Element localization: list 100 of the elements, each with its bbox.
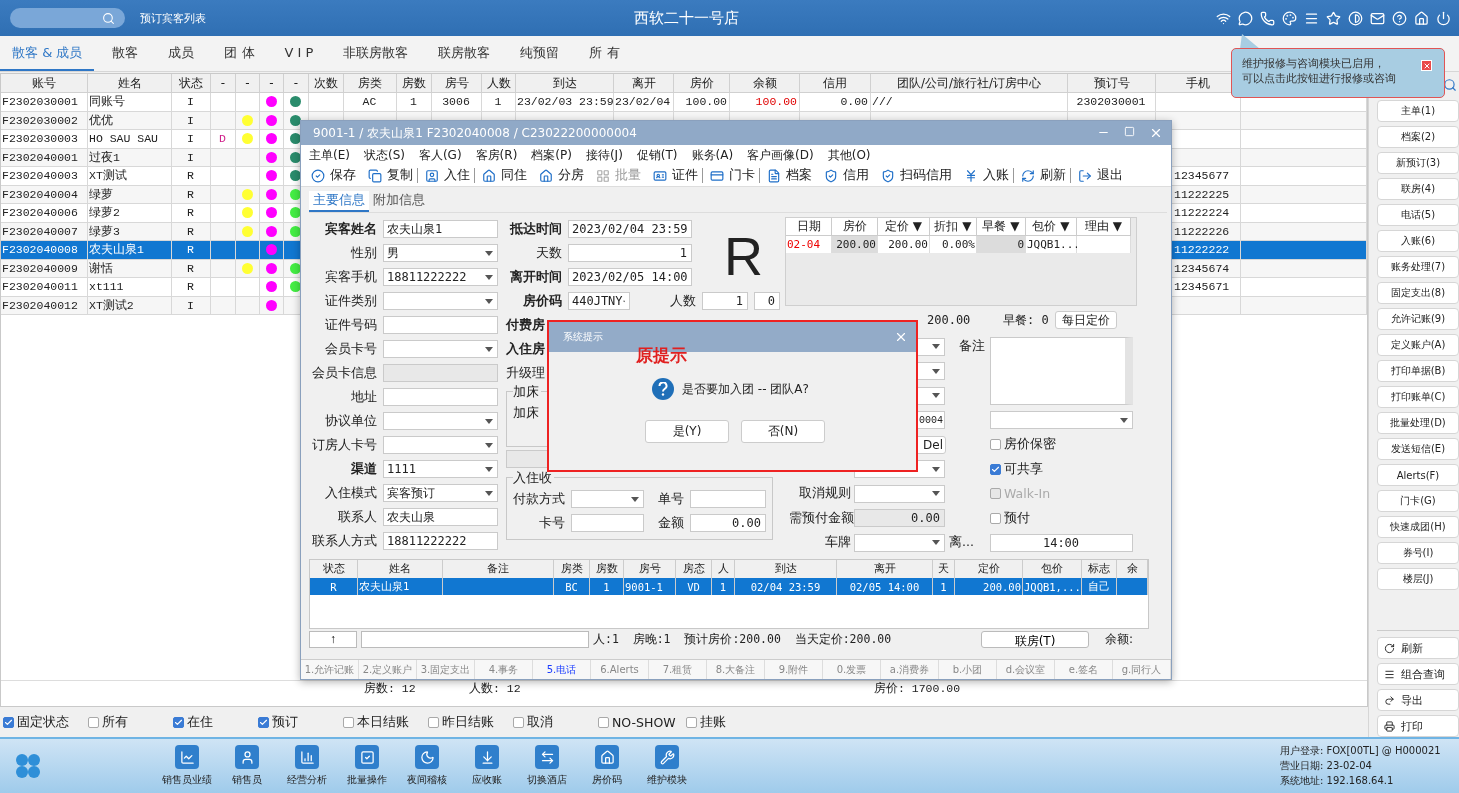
flag-text: D <box>219 132 226 146</box>
table-cell: AC <box>362 95 377 109</box>
breakfast-count: 早餐: 0 <box>1003 311 1050 329</box>
field-label: 升级理 <box>506 364 546 382</box>
table-cell: 绿萝3 <box>89 223 120 239</box>
checkbox-label: 预订 <box>272 713 298 731</box>
table-cell: R <box>187 243 194 257</box>
table-cell: 同账号 <box>89 94 125 110</box>
table-cell: 11222224 <box>1174 206 1230 220</box>
stay-stats: 人:1 房晚:1 预计房价:200.00 当天定价:200.00 <box>593 631 893 647</box>
dialog-message: 是否要加入团 -- 团队A? <box>682 380 809 398</box>
table-cell: F2302040006 <box>2 206 78 220</box>
table-cell: 12345674 <box>1174 261 1230 275</box>
table-cell: 1 <box>494 95 502 109</box>
table-cell: R <box>187 224 194 238</box>
field-label: 金额 <box>657 514 684 532</box>
field-label: 付费房 <box>506 316 546 334</box>
rooms-total: 房数: 12 <box>364 681 417 696</box>
table-cell: 1 <box>719 580 727 593</box>
table-cell: 0.00% <box>930 236 977 253</box>
field-label: 抵达时间 <box>508 220 562 238</box>
table-cell: VD <box>687 580 700 593</box>
field-label: 宾客姓名 <box>324 220 377 238</box>
table-cell: F2302030003 <box>2 132 78 146</box>
field-label: 证件类别 <box>324 292 377 310</box>
table-cell: F2302040008 <box>2 243 78 257</box>
table-cell: XT测试 <box>89 168 127 184</box>
table-cell: R <box>187 206 194 220</box>
field-label: 性别 <box>350 244 377 262</box>
field-label: 卡号 <box>538 514 565 532</box>
table-cell: F2302040003 <box>2 169 78 183</box>
field-label: 取消规则 <box>798 485 851 503</box>
table-cell: 0.00 <box>840 95 868 109</box>
tooltip-text: 可以点击此按钮进行报修或咨询 <box>1242 71 1396 87</box>
table-cell: JQQB1,... <box>1024 580 1081 593</box>
field-label: 渠道 <box>350 460 377 478</box>
field-label: 入住模式 <box>324 484 377 502</box>
system-info: 营业日期: 23-02-04 <box>1280 759 1373 773</box>
field-label: 联系人 <box>337 508 377 526</box>
table-cell: 农夫山泉1 <box>89 242 144 258</box>
table-cell: 200.00 <box>832 236 878 253</box>
table-cell: 农夫山泉1 <box>359 579 410 594</box>
checkbox-label: 预付 <box>1004 509 1030 527</box>
table-cell: I <box>187 95 194 109</box>
field-label: 会员卡号 <box>324 340 377 358</box>
rate-value: 200.00 <box>927 313 972 328</box>
checkbox-label: NO-SHOW <box>612 714 676 730</box>
dialog-title: 系统提示 <box>563 330 603 344</box>
checkbox-label: 昨日结账 <box>442 713 494 731</box>
window-title: 9001-1 / 农夫山泉1 F2302040008 / C23022200000004 <box>313 124 638 142</box>
table-cell: 优优 <box>89 112 113 128</box>
table-cell: 23/02/03 23:59 <box>517 95 613 109</box>
annotation-text: 原提示 <box>636 345 687 367</box>
system-info: 用户登录: FOX[00TL] @ H000021 <box>1280 744 1442 758</box>
table-cell: 23/02/04 <box>615 95 671 109</box>
table-cell: R <box>187 280 194 294</box>
table-cell: /// <box>872 95 893 109</box>
group-title: 入住收 <box>513 470 554 487</box>
field-label: 入住房 <box>506 340 546 358</box>
field-label: 宾客手机 <box>324 268 377 286</box>
table-cell: 9001-1 <box>625 580 663 593</box>
table-cell: 11222225 <box>1174 187 1230 201</box>
field-label: 单号 <box>657 490 684 508</box>
table-cell: 谢恬 <box>89 260 113 276</box>
checkbox-label: 在住 <box>187 713 213 731</box>
table-cell: 100.00 <box>685 95 727 109</box>
checkbox-label: 挂账 <box>700 713 726 731</box>
table-cell: 200.00 <box>983 580 1021 593</box>
tooltip-text: 维护报修与咨询模块已启用， <box>1242 57 1385 72</box>
table-cell: 2302030001 <box>1076 95 1146 109</box>
table-cell: R <box>187 169 194 183</box>
checkbox-label: Walk-In <box>1004 486 1051 502</box>
field-label: 天数 <box>535 244 562 262</box>
table-cell: 02/05 14:00 <box>849 580 920 593</box>
field-label: 离... <box>949 534 975 552</box>
field-label: 备注 <box>958 338 985 356</box>
table-cell: I <box>187 113 194 127</box>
table-cell: I <box>187 150 194 164</box>
field-label: 订房人卡号 <box>311 436 377 454</box>
page-title: 预订宾客列表 <box>140 10 206 26</box>
table-cell: F2302040012 <box>2 298 78 312</box>
table-cell: 12345671 <box>1174 280 1230 294</box>
people-total: 人数: 12 <box>469 681 522 696</box>
group-title: 加床 <box>513 384 541 401</box>
checkbox-label: 房价保密 <box>1004 436 1056 454</box>
table-cell: BC <box>565 580 578 593</box>
table-cell: I <box>187 132 194 146</box>
table-cell: xt111 <box>89 280 124 294</box>
checkbox-label: 可共享 <box>1004 460 1043 478</box>
table-cell: 3006 <box>442 95 470 109</box>
table-cell: 11222222 <box>1174 243 1230 257</box>
field-label: 加床 <box>513 404 540 422</box>
field-label: 人数 <box>669 292 696 310</box>
table-cell: 1 <box>603 580 610 593</box>
checkbox-label: 本日结账 <box>357 713 409 731</box>
table-cell: I <box>187 298 194 312</box>
table-cell: 自己 <box>1088 579 1110 594</box>
table-cell: 02/04 23:59 <box>750 580 821 593</box>
table-cell: 绿萝2 <box>89 205 120 221</box>
table-cell: 1 <box>940 580 947 593</box>
